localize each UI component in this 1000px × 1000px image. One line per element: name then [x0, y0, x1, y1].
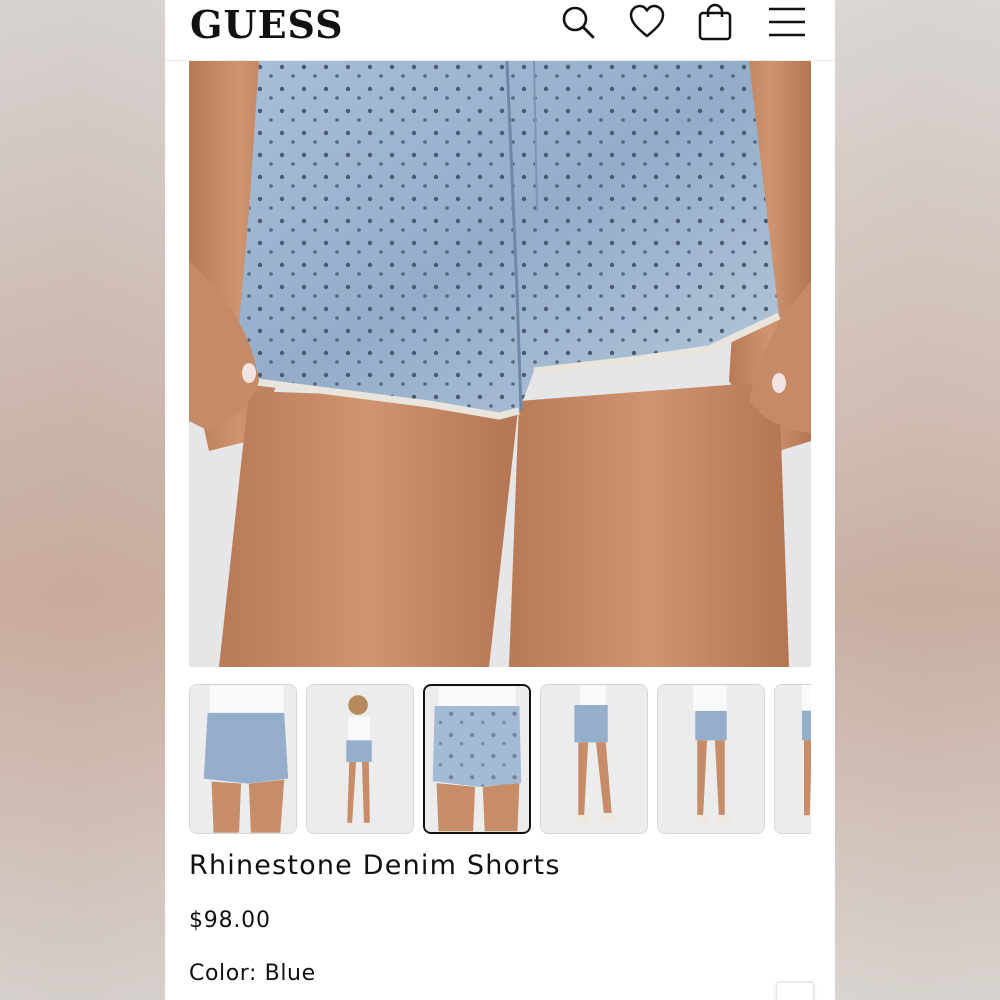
- mobile-page: GUESS Rhinestone Denim Shorts $98.00 Col…: [165, 0, 835, 1000]
- thumbnail-carousel: [189, 684, 811, 836]
- product-price: $98.00: [189, 908, 271, 933]
- heart-icon[interactable]: [627, 2, 667, 42]
- product-main-image[interactable]: [189, 61, 811, 667]
- brand-logo[interactable]: GUESS: [190, 2, 344, 47]
- site-header: GUESS: [165, 0, 835, 61]
- thumbnail-image-1[interactable]: [189, 684, 297, 834]
- product-color: Color: Blue: [189, 961, 316, 986]
- blurred-right-background: [835, 0, 1000, 1000]
- shopping-bag-icon[interactable]: [695, 2, 735, 42]
- blurred-left-background: [0, 0, 165, 1000]
- thumbnail-image-6[interactable]: [774, 684, 811, 834]
- menu-icon[interactable]: [767, 2, 807, 42]
- floating-action-button[interactable]: [776, 982, 814, 1000]
- product-title: Rhinestone Denim Shorts: [189, 850, 561, 881]
- search-icon[interactable]: [558, 2, 598, 42]
- thumbnail-image-3-selected[interactable]: [423, 684, 531, 834]
- thumbnail-image-2[interactable]: [306, 684, 414, 834]
- thumbnail-image-5[interactable]: [657, 684, 765, 834]
- thumbnail-image-4[interactable]: [540, 684, 648, 834]
